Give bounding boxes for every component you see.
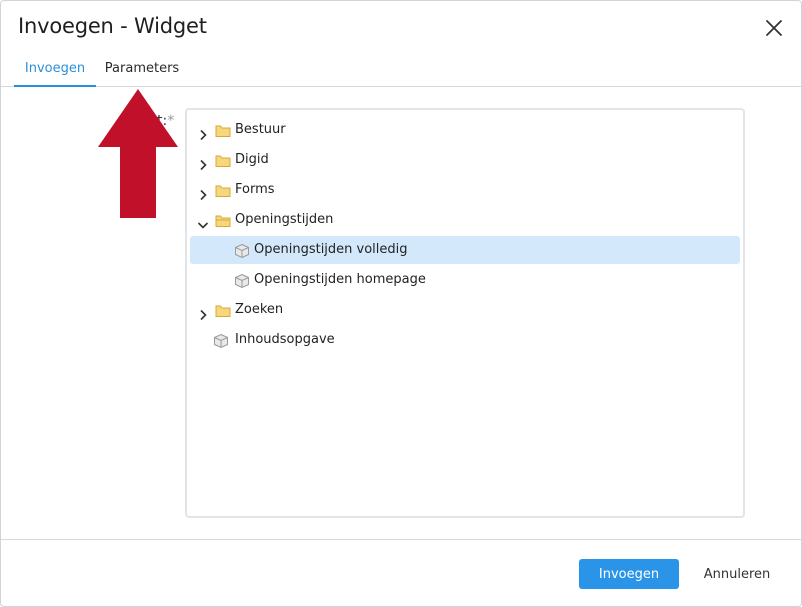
widget-box-icon <box>213 332 229 349</box>
tree-item-label: Digid <box>235 152 269 167</box>
widget-box-icon <box>234 242 250 259</box>
tree-item-openingstijden[interactable]: Openingstijden <box>193 206 741 234</box>
close-icon[interactable] <box>763 17 785 39</box>
tab-bar: Invoegen Parameters <box>1 53 801 87</box>
chevron-right-icon[interactable] <box>197 124 209 141</box>
cancel-button[interactable]: Annuleren <box>695 559 779 589</box>
insert-button[interactable]: Invoegen <box>579 559 679 589</box>
tree-item-label: Inhoudsopgave <box>235 332 335 347</box>
tree-item-label: Openingstijden <box>235 212 334 227</box>
tab-parameters[interactable]: Parameters <box>99 53 185 87</box>
chevron-down-icon[interactable] <box>197 214 209 229</box>
folder-icon <box>215 302 231 318</box>
tree-item-inhoudsopgave[interactable]: Inhoudsopgave <box>193 326 741 354</box>
tree-item-digid[interactable]: Digid <box>193 146 741 174</box>
tree-item-openingstijden-volledig[interactable]: Openingstijden volledig <box>190 236 740 264</box>
folder-icon <box>215 152 231 168</box>
tree-item-label: Forms <box>235 182 275 197</box>
widget-box-icon <box>234 272 250 289</box>
folder-icon <box>215 122 231 138</box>
chevron-right-icon[interactable] <box>197 154 209 171</box>
dialog-title: Invoegen - Widget <box>18 14 207 38</box>
folder-icon <box>215 182 231 198</box>
widget-tree[interactable]: Bestuur Digid Forms Openingstijden Openi… <box>185 108 745 518</box>
tree-item-label: Zoeken <box>235 302 284 317</box>
tree-item-label: Openingstijden volledig <box>254 242 408 257</box>
tree-item-bestuur[interactable]: Bestuur <box>193 116 741 144</box>
tree-item-forms[interactable]: Forms <box>193 176 741 204</box>
red-arrow-up-icon <box>98 89 178 219</box>
chevron-right-icon[interactable] <box>197 304 209 321</box>
chevron-right-icon[interactable] <box>197 184 209 201</box>
folder-open-icon <box>215 212 231 228</box>
tree-item-label: Bestuur <box>235 122 286 137</box>
tree-item-zoeken[interactable]: Zoeken <box>193 296 741 324</box>
tab-invoegen[interactable]: Invoegen <box>14 53 96 87</box>
footer-divider <box>1 539 801 540</box>
tree-item-label: Openingstijden homepage <box>254 272 426 287</box>
tree-item-openingstijden-homepage[interactable]: Openingstijden homepage <box>190 266 740 294</box>
